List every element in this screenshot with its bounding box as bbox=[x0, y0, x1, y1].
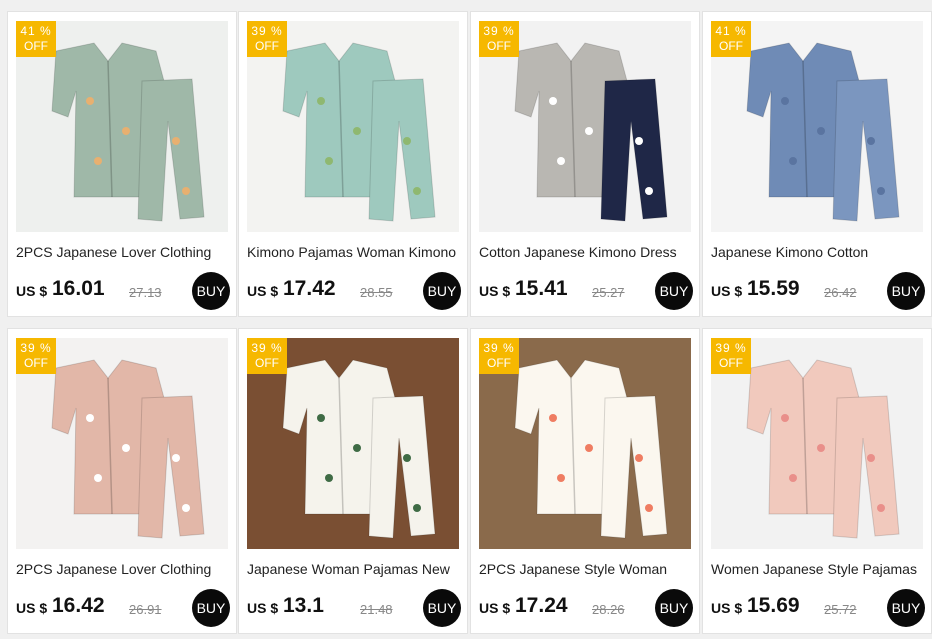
product-grid: 41 % OFF 2PCS Japanese Lover Clothing US… bbox=[0, 0, 932, 639]
product-card[interactable]: 41 % OFF Japanese Kimono Cotton US $ 15.… bbox=[702, 11, 932, 317]
product-image[interactable]: 41 % OFF bbox=[711, 21, 923, 232]
product-image[interactable]: 39 % OFF bbox=[247, 338, 459, 549]
price-row: US $ 16.01 27.13 BUY bbox=[16, 272, 230, 310]
currency-label: US $ bbox=[479, 283, 511, 299]
product-card[interactable]: 39 % OFF Cotton Japanese Kimono Dress US… bbox=[470, 11, 700, 317]
buy-button[interactable]: BUY bbox=[192, 272, 230, 310]
product-title[interactable]: Cotton Japanese Kimono Dress bbox=[479, 244, 693, 260]
discount-off-label: OFF bbox=[255, 356, 279, 370]
discount-off-label: OFF bbox=[487, 39, 511, 53]
product-card[interactable]: 39 % OFF Women Japanese Style Pajamas US… bbox=[702, 328, 932, 634]
discount-percent: 39 % bbox=[251, 24, 283, 38]
currency-label: US $ bbox=[16, 283, 48, 299]
buy-button[interactable]: BUY bbox=[423, 272, 461, 310]
buy-button[interactable]: BUY bbox=[192, 589, 230, 627]
discount-badge: 39 % OFF bbox=[247, 21, 287, 57]
discount-badge: 39 % OFF bbox=[247, 338, 287, 374]
buy-button[interactable]: BUY bbox=[887, 589, 925, 627]
product-image[interactable]: 39 % OFF bbox=[711, 338, 923, 549]
price-row: US $ 15.59 26.42 BUY bbox=[711, 272, 925, 310]
current-price: 15.59 bbox=[747, 277, 800, 300]
price-row: US $ 17.42 28.55 BUY bbox=[247, 272, 461, 310]
discount-off-label: OFF bbox=[719, 356, 743, 370]
price-row: US $ 15.69 25.72 BUY bbox=[711, 589, 925, 627]
product-title[interactable]: Japanese Woman Pajamas New bbox=[247, 561, 461, 577]
discount-off-label: OFF bbox=[24, 356, 48, 370]
currency-label: US $ bbox=[16, 600, 48, 616]
discount-percent: 39 % bbox=[483, 24, 515, 38]
current-price: 17.24 bbox=[515, 594, 568, 617]
original-price: 26.42 bbox=[824, 285, 857, 300]
discount-percent: 39 % bbox=[20, 341, 52, 355]
product-card[interactable]: 39 % OFF Japanese Woman Pajamas New US $… bbox=[238, 328, 468, 634]
discount-badge: 41 % OFF bbox=[711, 21, 751, 57]
product-image[interactable]: 41 % OFF bbox=[16, 21, 228, 232]
current-price: 16.42 bbox=[52, 594, 105, 617]
discount-percent: 39 % bbox=[483, 341, 515, 355]
product-card[interactable]: 39 % OFF 2PCS Japanese Lover Clothing US… bbox=[7, 328, 237, 634]
currency-label: US $ bbox=[711, 283, 743, 299]
buy-button[interactable]: BUY bbox=[655, 272, 693, 310]
product-image[interactable]: 39 % OFF bbox=[247, 21, 459, 232]
price-row: US $ 13.1 21.48 BUY bbox=[247, 589, 461, 627]
product-title[interactable]: 2PCS Japanese Lover Clothing bbox=[16, 244, 230, 260]
discount-off-label: OFF bbox=[255, 39, 279, 53]
original-price: 21.48 bbox=[360, 602, 393, 617]
currency-label: US $ bbox=[247, 600, 279, 616]
price-row: US $ 16.42 26.91 BUY bbox=[16, 589, 230, 627]
original-price: 28.26 bbox=[592, 602, 625, 617]
product-title[interactable]: 2PCS Japanese Style Woman bbox=[479, 561, 693, 577]
product-image[interactable]: 39 % OFF bbox=[479, 338, 691, 549]
discount-badge: 41 % OFF bbox=[16, 21, 56, 57]
currency-label: US $ bbox=[711, 600, 743, 616]
price-row: US $ 17.24 28.26 BUY bbox=[479, 589, 693, 627]
product-card[interactable]: 39 % OFF 2PCS Japanese Style Woman US $ … bbox=[470, 328, 700, 634]
product-title[interactable]: 2PCS Japanese Lover Clothing bbox=[16, 561, 230, 577]
original-price: 26.91 bbox=[129, 602, 162, 617]
price-row: US $ 15.41 25.27 BUY bbox=[479, 272, 693, 310]
original-price: 28.55 bbox=[360, 285, 393, 300]
product-card[interactable]: 41 % OFF 2PCS Japanese Lover Clothing US… bbox=[7, 11, 237, 317]
discount-off-label: OFF bbox=[487, 356, 511, 370]
product-title[interactable]: Women Japanese Style Pajamas bbox=[711, 561, 925, 577]
discount-badge: 39 % OFF bbox=[479, 21, 519, 57]
current-price: 15.69 bbox=[747, 594, 800, 617]
product-image[interactable]: 39 % OFF bbox=[479, 21, 691, 232]
buy-button[interactable]: BUY bbox=[887, 272, 925, 310]
currency-label: US $ bbox=[247, 283, 279, 299]
currency-label: US $ bbox=[479, 600, 511, 616]
discount-percent: 41 % bbox=[715, 24, 747, 38]
product-image[interactable]: 39 % OFF bbox=[16, 338, 228, 549]
current-price: 16.01 bbox=[52, 277, 105, 300]
original-price: 27.13 bbox=[129, 285, 162, 300]
current-price: 15.41 bbox=[515, 277, 568, 300]
discount-off-label: OFF bbox=[24, 39, 48, 53]
product-title[interactable]: Japanese Kimono Cotton bbox=[711, 244, 925, 260]
product-card[interactable]: 39 % OFF Kimono Pajamas Woman Kimono US … bbox=[238, 11, 468, 317]
original-price: 25.27 bbox=[592, 285, 625, 300]
buy-button[interactable]: BUY bbox=[655, 589, 693, 627]
discount-badge: 39 % OFF bbox=[479, 338, 519, 374]
product-title[interactable]: Kimono Pajamas Woman Kimono bbox=[247, 244, 461, 260]
discount-badge: 39 % OFF bbox=[711, 338, 751, 374]
discount-off-label: OFF bbox=[719, 39, 743, 53]
discount-badge: 39 % OFF bbox=[16, 338, 56, 374]
original-price: 25.72 bbox=[824, 602, 857, 617]
discount-percent: 39 % bbox=[715, 341, 747, 355]
discount-percent: 41 % bbox=[20, 24, 52, 38]
discount-percent: 39 % bbox=[251, 341, 283, 355]
current-price: 17.42 bbox=[283, 277, 336, 300]
current-price: 13.1 bbox=[283, 594, 324, 617]
buy-button[interactable]: BUY bbox=[423, 589, 461, 627]
